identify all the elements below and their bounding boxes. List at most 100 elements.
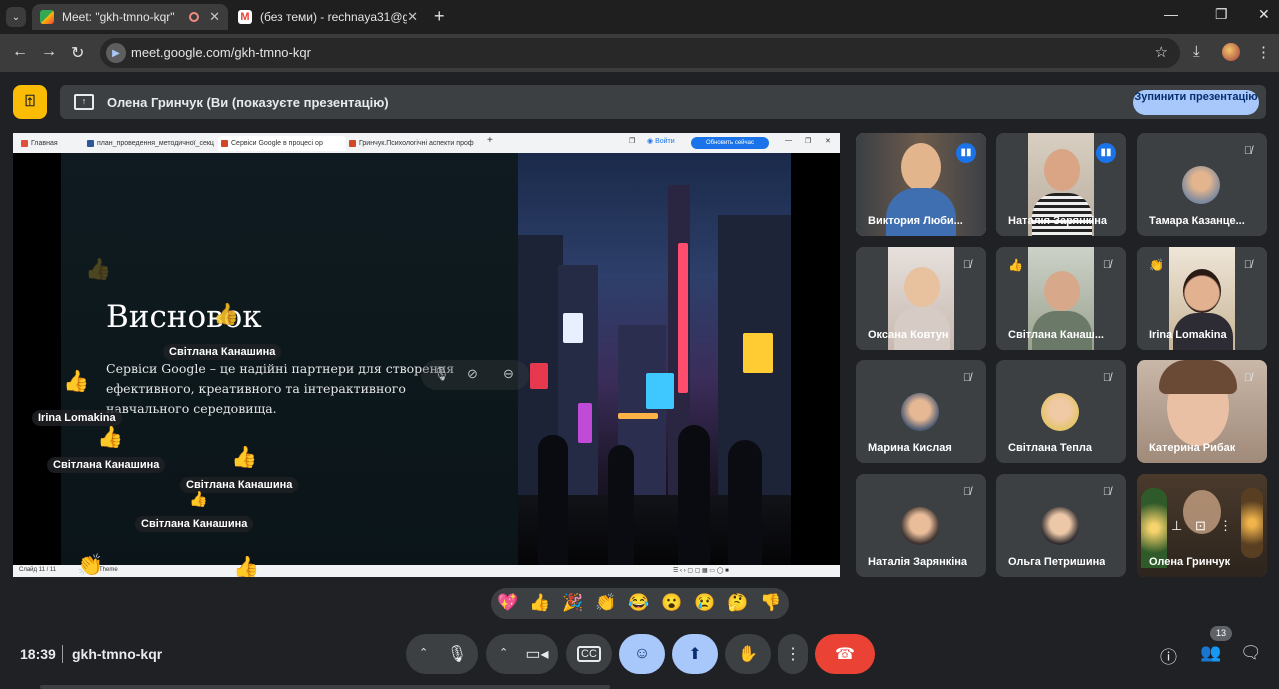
present-screen-icon: ↑ xyxy=(74,94,94,110)
address-bar[interactable]: ▶ meet.google.com/gkh-tmno-kqr ☆ xyxy=(100,38,1180,68)
participant-tile[interactable]: 🎙̸ Тамара Казанце... xyxy=(1137,133,1267,236)
video-options-chevron-icon[interactable]: ⌃ xyxy=(499,646,508,659)
browser-menu-icon[interactable]: ⋮ xyxy=(1256,43,1271,61)
reaction-sad-button[interactable]: 😢 xyxy=(694,593,715,613)
shared-close-icon: ✕ xyxy=(825,138,831,145)
present-screen-icon: ⬆ xyxy=(688,646,702,663)
stop-presenting-button[interactable]: Зупинити презентацію xyxy=(1133,90,1259,115)
reaction-thumbs-down-button[interactable]: 👎 xyxy=(760,593,781,613)
maximize-icon[interactable]: ❐ xyxy=(1215,6,1228,23)
people-icon[interactable]: 👥 xyxy=(1200,643,1221,663)
mic-muted-icon: 🎙̸ xyxy=(1243,145,1253,157)
mic-muted-icon: 🎙̸ xyxy=(962,259,972,271)
gmail-favicon-icon: M xyxy=(238,10,252,24)
camera-off-icon: ⊘ xyxy=(467,366,478,381)
reactions-button[interactable]: ☺ xyxy=(619,634,665,674)
leave-call-button[interactable]: ☎ xyxy=(815,634,875,674)
camera-icon: ▭◂ xyxy=(525,646,549,663)
participant-name: Світлана Тепла xyxy=(1008,442,1092,454)
slides-icon xyxy=(349,140,356,147)
window-close-icon[interactable]: ✕ xyxy=(1258,6,1270,23)
new-tab-icon[interactable]: + xyxy=(434,6,445,27)
horizontal-scrollbar[interactable] xyxy=(40,685,610,689)
reaction-laugh-button[interactable]: 😂 xyxy=(628,593,649,613)
tab-close-icon[interactable]: ✕ xyxy=(407,9,418,25)
raise-hand-button[interactable]: ✋ xyxy=(725,634,771,674)
slides-icon xyxy=(221,140,228,147)
mic-muted-icon: 🎙̸ xyxy=(1243,372,1253,384)
speaking-indicator-icon: ▮▮ xyxy=(956,143,976,163)
participant-tile[interactable]: 🎙̸ Оксана Ковтун xyxy=(856,247,986,350)
reaction-sender: Irina Lomakina xyxy=(32,410,122,426)
shared-tab: план_проведення_методичної_секц xyxy=(87,136,215,151)
pin-icon[interactable]: ⊥ xyxy=(1171,518,1182,534)
profile-avatar[interactable] xyxy=(1222,43,1240,61)
tab-title: (без теми) - rechnaya31@gmail xyxy=(260,10,408,24)
more-options-icon[interactable]: ⋮ xyxy=(1219,518,1232,534)
microphone-icon: 🎙 xyxy=(446,646,468,663)
site-info-icon[interactable]: ▶ xyxy=(106,43,126,63)
slide-body: Сервіси Google – це надійні партнери для… xyxy=(106,361,455,416)
bookmark-star-icon[interactable]: ☆ xyxy=(1155,43,1168,61)
avatar xyxy=(901,393,939,431)
forward-icon[interactable]: → xyxy=(41,43,57,61)
reaction-thinking-button[interactable]: 🤔 xyxy=(727,593,748,613)
reaction-party-button[interactable]: 🎉 xyxy=(562,593,583,613)
audio-options-chevron-icon[interactable]: ⌃ xyxy=(419,646,428,659)
reaction-emoji: 👍 xyxy=(85,258,112,281)
reload-icon[interactable]: ↻ xyxy=(71,43,84,63)
participant-tile[interactable]: 👍 🎙̸ Світлана Канаш... xyxy=(996,247,1126,350)
tile-reaction-emoji: 👍 xyxy=(1008,258,1023,272)
participant-tile[interactable]: 🎙̸ Марина Кислая xyxy=(856,360,986,463)
participant-tile[interactable]: ▮▮ Виктория Люби... xyxy=(856,133,986,236)
reaction-clap-button[interactable]: 👏 xyxy=(595,593,616,613)
minimize-icon[interactable]: — xyxy=(1164,6,1178,22)
participant-name: Наталія Зарянкіна xyxy=(868,556,968,568)
participant-tile-self[interactable]: ⊥ ⊡ ⋮ Олена Гринчук xyxy=(1137,474,1267,577)
tile-reaction-emoji: 👏 xyxy=(1149,258,1164,272)
reaction-sender: Світлана Канашина xyxy=(135,516,254,532)
reaction-thumbs-up-button[interactable]: 👍 xyxy=(529,593,550,613)
mic-muted-icon: 🎙̸ xyxy=(1102,259,1112,271)
frame-icon[interactable]: ⊡ xyxy=(1195,518,1206,534)
divider xyxy=(62,645,63,663)
meet-activities-icon[interactable]: ⍐ xyxy=(13,85,47,119)
avatar xyxy=(1182,166,1220,204)
shared-tab: Гринчук.Психологічні аспекти проф xyxy=(349,136,479,151)
meeting-info-icon[interactable]: ⓘ xyxy=(1160,643,1177,668)
browser-tab-bar: ⌄ Meet: "gkh-tmno-kqr" ✕ M (без теми) - … xyxy=(0,0,1279,34)
participant-tile[interactable]: 🎙̸ Наталія Зарянкіна xyxy=(856,474,986,577)
chat-icon[interactable]: 🗨 xyxy=(1240,643,1262,663)
participant-tile[interactable]: 👏 🎙̸ Irina Lomakina xyxy=(1137,247,1267,350)
participant-tile[interactable]: 🎙̸ Світлана Тепла xyxy=(996,360,1126,463)
shared-browser-tabs: Главная план_проведення_методичної_секц … xyxy=(13,133,840,153)
hang-up-icon: ☎ xyxy=(835,646,855,663)
more-options-button[interactable]: ⋮ xyxy=(778,634,808,674)
microphone-button[interactable]: 🎙 xyxy=(436,634,478,674)
google-sign xyxy=(563,313,583,343)
meeting-code: gkh-tmno-kqr xyxy=(72,646,163,662)
browser-tab-gmail[interactable]: M (без теми) - rechnaya31@gmail ✕ xyxy=(230,4,426,30)
reaction-heart-button[interactable]: 💖 xyxy=(497,593,518,613)
word-icon xyxy=(87,140,94,147)
mic-muted-icon: 🎙̸ xyxy=(962,486,972,498)
download-icon[interactable]: ⤓ xyxy=(1193,43,1200,60)
participant-tile[interactable]: ▮▮ Наталія Зарянкіна xyxy=(996,133,1126,236)
present-button[interactable]: ⬆ xyxy=(672,634,718,674)
camera-button[interactable]: ▭◂ xyxy=(516,634,558,674)
shared-newtab-icon: + xyxy=(487,135,493,146)
participant-tile[interactable]: 🎙̸ Ольга Петришина xyxy=(996,474,1126,577)
participant-name: Катерина Рибак xyxy=(1149,442,1236,454)
browser-tab-meet[interactable]: Meet: "gkh-tmno-kqr" ✕ xyxy=(32,4,228,30)
participant-tile[interactable]: 🎙̸ Катерина Рибак xyxy=(1137,360,1267,463)
shared-update-button: Обновить сейчас xyxy=(691,137,769,149)
tab-close-icon[interactable]: ✕ xyxy=(209,9,220,25)
captions-icon: CC xyxy=(577,646,601,662)
back-icon[interactable]: ← xyxy=(12,43,28,61)
tab-search-icon[interactable]: ⌄ xyxy=(6,7,26,27)
reaction-emoji: 👍 xyxy=(213,303,240,326)
meet-favicon-icon xyxy=(40,10,54,24)
captions-button[interactable]: CC xyxy=(566,634,612,674)
url-text: meet.google.com/gkh-tmno-kqr xyxy=(131,45,311,60)
reaction-surprised-button[interactable]: 😮 xyxy=(661,593,682,613)
